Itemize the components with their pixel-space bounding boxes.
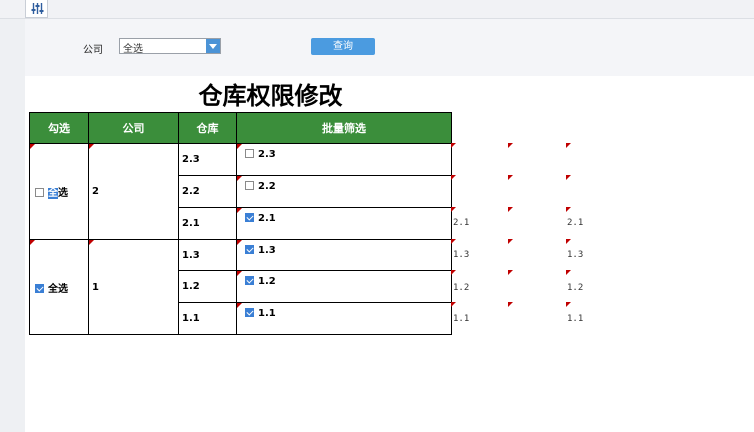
checkbox-checked[interactable] <box>245 245 254 254</box>
company-filter-label: 公司 <box>83 45 103 56</box>
batch-checkbox-cell[interactable]: 2.3 <box>236 143 452 176</box>
select-all-label-rest: 选 <box>58 188 68 199</box>
column-header-batch-filter: 批量筛选 <box>236 112 452 144</box>
extra-cell: 1.2 <box>567 283 584 293</box>
extra-cell: 1.3 <box>453 250 470 260</box>
warehouse-cell: 2.1 <box>178 207 237 240</box>
select-all-label: 全选 <box>48 283 68 295</box>
select-all-checkbox[interactable]: 全选 <box>33 188 68 199</box>
cell-marker <box>451 302 456 307</box>
cell-marker <box>508 207 513 212</box>
batch-checkbox-label: 1.2 <box>258 276 276 287</box>
cell-marker <box>508 302 513 307</box>
table-row: 全选 2 2.3 2.3 <box>29 143 452 240</box>
cell-marker <box>508 175 513 180</box>
batch-checkbox-cell[interactable]: 1.1 <box>236 302 452 335</box>
select-all-label-first-char: 全 <box>48 188 58 199</box>
extra-cell: 2.1 <box>567 218 584 228</box>
company-select-value: 全选 <box>123 44 143 55</box>
parameter-toggle-button[interactable] <box>25 0 48 18</box>
select-all-checkbox[interactable]: 全选 <box>33 283 68 295</box>
cell-marker <box>451 143 456 148</box>
cell-marker <box>451 239 456 244</box>
batch-checkbox-cell[interactable]: 2.1 <box>236 207 452 240</box>
batch-checkbox-cell[interactable]: 2.2 <box>236 175 452 208</box>
checkbox-checked[interactable] <box>35 283 44 293</box>
warehouse-cell: 1.1 <box>178 302 237 335</box>
column-header-warehouse: 仓库 <box>178 112 237 144</box>
batch-checkbox-label: 1.1 <box>258 308 276 319</box>
extra-cell: 1.3 <box>567 250 584 260</box>
table-header-row: 勾选 公司 仓库 批量筛选 <box>29 112 452 144</box>
left-gutter <box>0 0 25 432</box>
cell-marker <box>566 207 571 212</box>
checkbox-unchecked[interactable] <box>35 188 44 197</box>
company-cell: 1 <box>88 239 179 335</box>
extra-cell: 1.1 <box>453 314 470 324</box>
batch-checkbox-label: 2.1 <box>258 213 276 224</box>
cell-marker <box>566 175 571 180</box>
warehouse-cell: 2.3 <box>178 143 237 176</box>
cell-marker <box>508 143 513 148</box>
warehouse-cell: 1.3 <box>178 239 237 271</box>
batch-checkbox-cell[interactable]: 1.3 <box>236 239 452 271</box>
extra-cell: 2.1 <box>453 218 470 228</box>
checkbox-checked[interactable] <box>245 276 254 285</box>
cell-marker <box>566 302 571 307</box>
report-title: 仓库权限修改 <box>198 82 343 110</box>
cell-marker <box>508 239 513 244</box>
cell-marker <box>508 270 513 275</box>
group-select-cell: 全选 <box>29 239 89 335</box>
query-button[interactable]: 查询 <box>311 38 375 55</box>
cell-marker <box>451 175 456 180</box>
extra-cell: 1.2 <box>453 283 470 293</box>
cell-marker <box>566 143 571 148</box>
permission-table: 勾选 公司 仓库 批量筛选 全选 2 2.3 2.3 2.2 2.2 2.1 2… <box>29 112 452 335</box>
cell-marker <box>451 207 456 212</box>
sliders-icon <box>31 3 44 14</box>
column-header-select: 勾选 <box>29 112 89 144</box>
chevron-down-icon[interactable] <box>206 39 220 53</box>
batch-checkbox-label: 2.3 <box>258 149 276 160</box>
batch-checkbox-cell[interactable]: 1.2 <box>236 270 452 303</box>
column-header-company: 公司 <box>88 112 179 144</box>
cell-marker <box>566 239 571 244</box>
company-cell: 2 <box>88 143 179 240</box>
group-select-cell: 全选 <box>29 143 89 240</box>
cell-marker <box>451 270 456 275</box>
table-row: 全选 1 1.3 1.3 <box>29 239 452 335</box>
checkbox-checked[interactable] <box>245 213 254 222</box>
warehouse-cell: 2.2 <box>178 175 237 208</box>
company-select[interactable]: 全选 <box>119 38 221 55</box>
checkbox-unchecked[interactable] <box>245 181 254 190</box>
checkbox-checked[interactable] <box>245 308 254 317</box>
checkbox-unchecked[interactable] <box>245 149 254 158</box>
batch-checkbox-label: 2.2 <box>258 181 276 192</box>
batch-checkbox-label: 1.3 <box>258 245 276 256</box>
extra-cell: 1.1 <box>567 314 584 324</box>
warehouse-cell: 1.2 <box>178 270 237 303</box>
cell-marker <box>566 270 571 275</box>
top-toolbar <box>0 0 754 19</box>
